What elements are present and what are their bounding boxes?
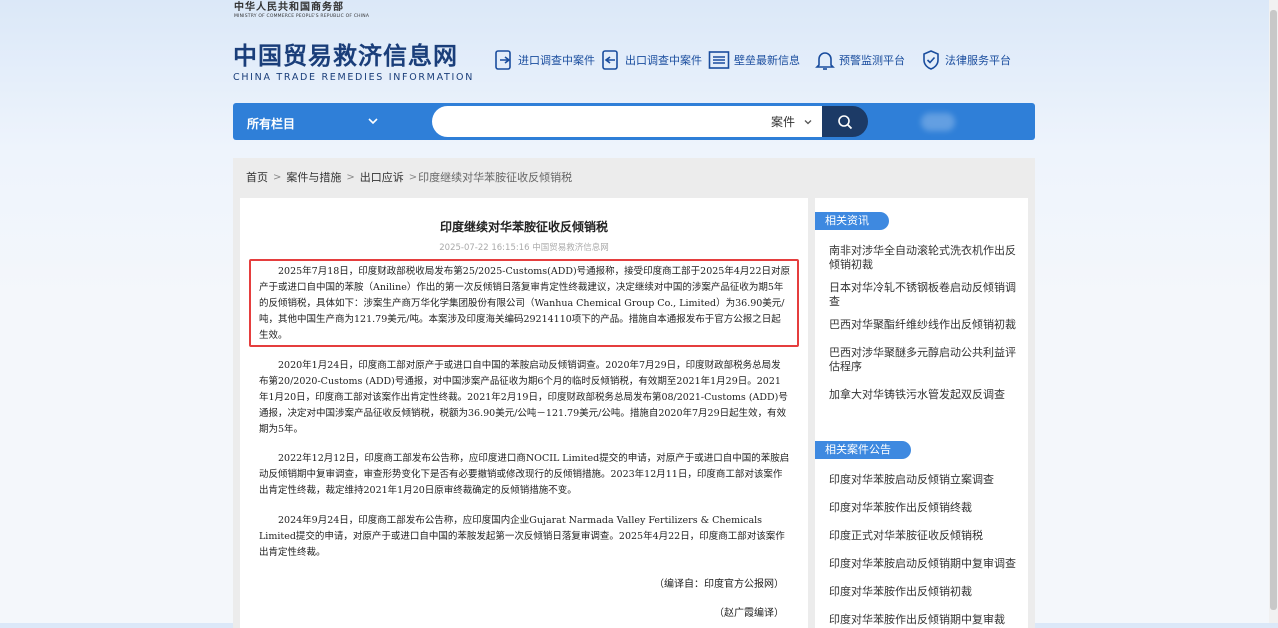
- article-meta: 2025-07-22 16:15:16 中国贸易救济信息网: [439, 243, 609, 253]
- chevron-down-icon[interactable]: [367, 115, 379, 127]
- nav-import-cases[interactable]: 进口调查中案件: [494, 48, 595, 72]
- list-item[interactable]: 印度正式对华苯胺征收反倾销税: [829, 529, 1019, 543]
- source-note: （编译自：印度官方公报网）: [654, 579, 784, 590]
- search-scope-select[interactable]: 所有栏目: [247, 115, 295, 132]
- nav-legal-platform-label: 法律服务平台: [945, 54, 1011, 67]
- sidebar: 相关资讯 南非对涉华全自动滚轮式洗衣机作出反倾销初裁 日本对华冷轧不锈钢板卷启动…: [815, 198, 1028, 628]
- breadcrumb-current: 印度继续对华苯胺征收反倾销税: [418, 171, 573, 184]
- search-type-label: 案件: [770, 115, 795, 129]
- breadcrumb-export[interactable]: 出口应诉: [360, 169, 404, 185]
- list-item[interactable]: 巴西对涉华聚醚多元醇启动公共利益评估程序: [829, 346, 1019, 374]
- article-paragraph: 2024年9月24日，印度商工部发布公告称，应印度国内企业Gujarat Nar…: [259, 515, 785, 558]
- related-cases-list: 印度对华苯胺启动反倾销立案调查 印度对华苯胺作出反倾销终裁 印度正式对华苯胺征收…: [829, 473, 1019, 627]
- search-type-select[interactable]: 案件: [762, 106, 822, 137]
- export-case-icon: [602, 50, 618, 70]
- site-title-cn: 中国贸易救济信息网: [233, 42, 458, 70]
- list-item[interactable]: 南非对涉华全自动滚轮式洗衣机作出反倾销初裁: [829, 244, 1019, 272]
- list-item[interactable]: 加拿大对华铸铁污水管发起双反调查: [829, 388, 1019, 402]
- search-bar: 所有栏目 案件: [233, 103, 1035, 140]
- barrier-icon: [708, 51, 730, 69]
- list-item[interactable]: 印度对华苯胺作出反倾销终裁: [829, 501, 1019, 515]
- search-input[interactable]: [432, 106, 762, 137]
- related-news-list: 南非对涉华全自动滚轮式洗衣机作出反倾销初裁 日本对华冷轧不锈钢板卷启动反倾销调查…: [829, 244, 1019, 402]
- breadcrumb-home[interactable]: 首页: [246, 169, 268, 185]
- ministry-name-cn: 中华人民共和国商务部: [234, 2, 344, 13]
- search-icon: [838, 114, 853, 129]
- import-case-icon: [495, 50, 511, 70]
- list-item[interactable]: 日本对华冷轧不锈钢板卷启动反倾销调查: [829, 281, 1019, 309]
- nav-legal-platform[interactable]: 法律服务平台: [921, 48, 1011, 72]
- nav-barrier-news-label: 壁垒最新信息: [734, 54, 800, 67]
- editor-note: （赵广霞编译）: [714, 608, 784, 619]
- blurred-user-area[interactable]: [921, 113, 955, 131]
- bell-icon: [815, 52, 835, 70]
- nav-export-cases-label: 出口调查中案件: [625, 54, 702, 67]
- list-item[interactable]: 印度对华苯胺作出反倾销期中复审裁: [829, 613, 1019, 627]
- breadcrumb: 首页 > 案件与措施 > 出口应诉 > 印度继续对华苯胺征收反倾销税: [246, 169, 572, 185]
- chevron-right-icon: >: [346, 171, 355, 183]
- list-item[interactable]: 巴西对华聚酯纤维纱线作出反倾销初裁: [829, 318, 1019, 332]
- ministry-logo[interactable]: 中华人民共和国商务部 MINISTRY OF COMMERCE PEOPLE'S…: [234, 2, 369, 20]
- scrollbar-thumb[interactable]: [1270, 10, 1277, 610]
- nav-import-cases-label: 进口调查中案件: [518, 54, 595, 67]
- related-cases-title: 相关案件公告: [815, 441, 911, 459]
- breadcrumb-cases[interactable]: 案件与措施: [286, 169, 341, 185]
- nav-barrier-news[interactable]: 壁垒最新信息: [708, 48, 800, 72]
- site-logo[interactable]: 中国贸易救济信息网 CHINA TRADE REMEDIES INFORMATI…: [233, 42, 474, 84]
- related-news-title: 相关资讯: [815, 212, 889, 230]
- site-title-en: CHINA TRADE REMEDIES INFORMATION: [233, 72, 475, 83]
- article-paragraph: 2020年1月24日，印度商工部对原产于或进口自中国的苯胺启动反倾销调查。202…: [259, 360, 788, 435]
- article-paragraph: 2022年12月12日，印度商工部发布公告称，应印度进口商NOCIL Limit…: [259, 453, 790, 496]
- list-item[interactable]: 印度对华苯胺作出反倾销初裁: [829, 585, 1019, 599]
- search-button[interactable]: [822, 106, 868, 137]
- nav-export-cases[interactable]: 出口调查中案件: [601, 48, 702, 72]
- chevron-down-icon: [804, 119, 812, 124]
- ministry-name-en: MINISTRY OF COMMERCE PEOPLE'S REPUBLIC O…: [234, 14, 370, 19]
- nav-warning-platform-label: 预警监测平台: [839, 54, 905, 67]
- list-item[interactable]: 印度对华苯胺启动反倾销期中复审调查: [829, 557, 1019, 571]
- chevron-right-icon: >: [408, 171, 418, 183]
- article-title: 印度继续对华苯胺征收反倾销税: [439, 220, 608, 234]
- shield-icon: [923, 50, 939, 70]
- nav-warning-platform[interactable]: 预警监测平台: [815, 48, 905, 72]
- article-paragraph: 2025年7月18日，印度财政部税收局发布第25/2025-Customs(AD…: [259, 266, 790, 341]
- list-item[interactable]: 印度对华苯胺启动反倾销立案调查: [829, 473, 1019, 487]
- article: 印度继续对华苯胺征收反倾销税 2025-07-22 16:15:16 中国贸易救…: [240, 198, 808, 628]
- chevron-right-icon: >: [273, 171, 282, 183]
